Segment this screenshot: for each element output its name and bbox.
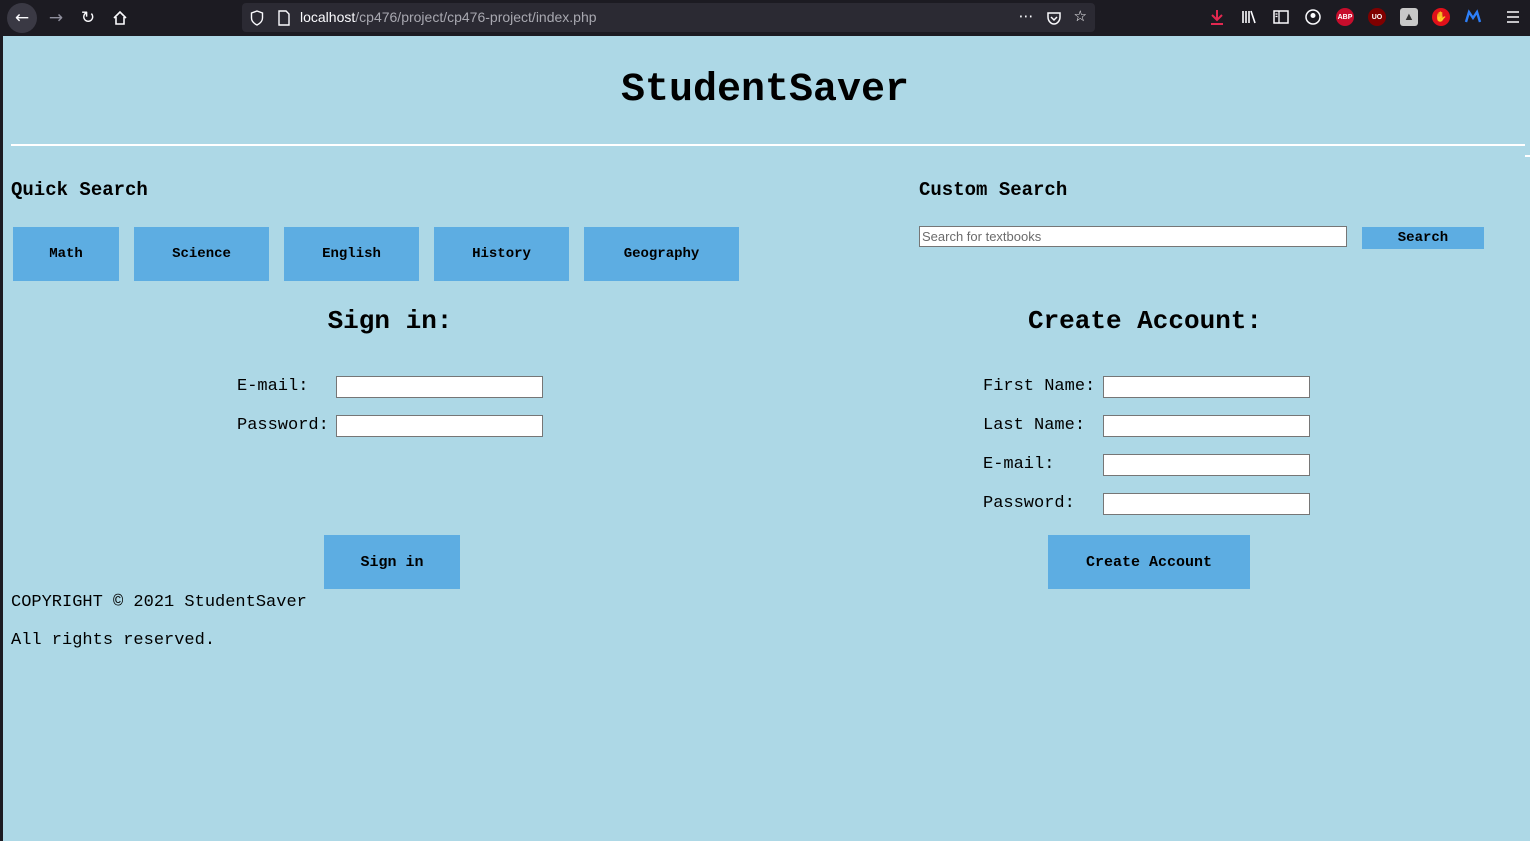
custom-search-heading: Custom Search: [919, 179, 1068, 201]
adblock-extension-icon[interactable]: ABP: [1336, 8, 1354, 26]
quick-search-math-button[interactable]: Math: [13, 227, 119, 281]
first-name-field[interactable]: [1103, 376, 1310, 398]
url-path: /cp476/project/cp476-project/index.php: [355, 9, 597, 25]
malwarebytes-extension-icon[interactable]: [1464, 8, 1482, 26]
window-edge: [0, 36, 3, 841]
address-bar[interactable]: localhost/cp476/project/cp476-project/in…: [242, 3, 1095, 32]
ublock-extension-icon[interactable]: UO: [1368, 8, 1386, 26]
more-actions-icon[interactable]: ⋯: [1019, 7, 1034, 26]
sign-in-password-field[interactable]: [336, 415, 543, 437]
quick-search-history-button[interactable]: History: [434, 227, 569, 281]
create-account-button[interactable]: Create Account: [1048, 535, 1250, 589]
quick-search-english-button[interactable]: English: [284, 227, 419, 281]
account-icon[interactable]: [1304, 8, 1322, 26]
quick-search-science-button[interactable]: Science: [134, 227, 269, 281]
create-account-title: Create Account:: [1027, 306, 1263, 336]
sidebar-icon[interactable]: [1272, 8, 1290, 26]
ublock-label: UO: [1371, 13, 1383, 21]
search-button[interactable]: Search: [1362, 227, 1484, 249]
browser-toolbar: ← → ↻ localhost/cp476/project/cp476-proj…: [0, 0, 1530, 36]
download-icon[interactable]: [1208, 8, 1226, 26]
sign-in-button[interactable]: Sign in: [324, 535, 460, 589]
divider-tick: [1525, 155, 1530, 157]
extension-icon[interactable]: ▲: [1400, 8, 1418, 26]
url-actions: ⋯ ☆: [1019, 7, 1087, 26]
arrow-left-icon: ←: [14, 8, 30, 28]
sign-in-email-field[interactable]: [336, 376, 543, 398]
arrow-right-icon: →: [48, 8, 64, 28]
quick-search-heading: Quick Search: [11, 179, 148, 201]
reload-button[interactable]: ↻: [73, 3, 103, 33]
sign-in-title: Sign in:: [327, 306, 453, 336]
forward-button[interactable]: →: [41, 3, 71, 33]
url-host: localhost: [300, 9, 356, 25]
create-account-email-field[interactable]: [1103, 454, 1310, 476]
first-name-label: First Name:: [983, 377, 1096, 396]
site-title: StudentSaver: [620, 68, 910, 113]
header-divider: [11, 144, 1525, 146]
quick-search-geography-button[interactable]: Geography: [584, 227, 739, 281]
bookmark-star-icon[interactable]: ☆: [1074, 7, 1087, 26]
page-icon: [278, 10, 290, 26]
home-button[interactable]: [105, 3, 135, 33]
create-account-password-field[interactable]: [1103, 493, 1310, 515]
sign-in-email-label: E-mail:: [237, 377, 309, 396]
last-name-field[interactable]: [1103, 415, 1310, 437]
adblock-label: ABP: [1337, 13, 1353, 21]
home-icon: [113, 10, 127, 25]
back-button[interactable]: ←: [7, 3, 37, 33]
last-name-label: Last Name:: [983, 416, 1086, 435]
pocket-icon[interactable]: [1046, 10, 1062, 26]
copyright-text: COPYRIGHT © 2021 StudentSaver: [11, 593, 307, 612]
reload-icon: ↻: [80, 8, 96, 28]
sign-in-password-label: Password:: [237, 416, 329, 435]
shield-icon: [250, 10, 264, 26]
url-text: localhost/cp476/project/cp476-project/in…: [300, 9, 597, 25]
library-icon[interactable]: [1240, 8, 1258, 26]
menu-icon[interactable]: [1504, 8, 1522, 26]
create-account-password-label: Password:: [983, 494, 1075, 513]
stop-hand-extension-icon[interactable]: ✋: [1432, 8, 1450, 26]
create-account-email-label: E-mail:: [983, 455, 1055, 474]
rights-text: All rights reserved.: [11, 631, 216, 650]
textbook-search-input[interactable]: [919, 226, 1347, 247]
